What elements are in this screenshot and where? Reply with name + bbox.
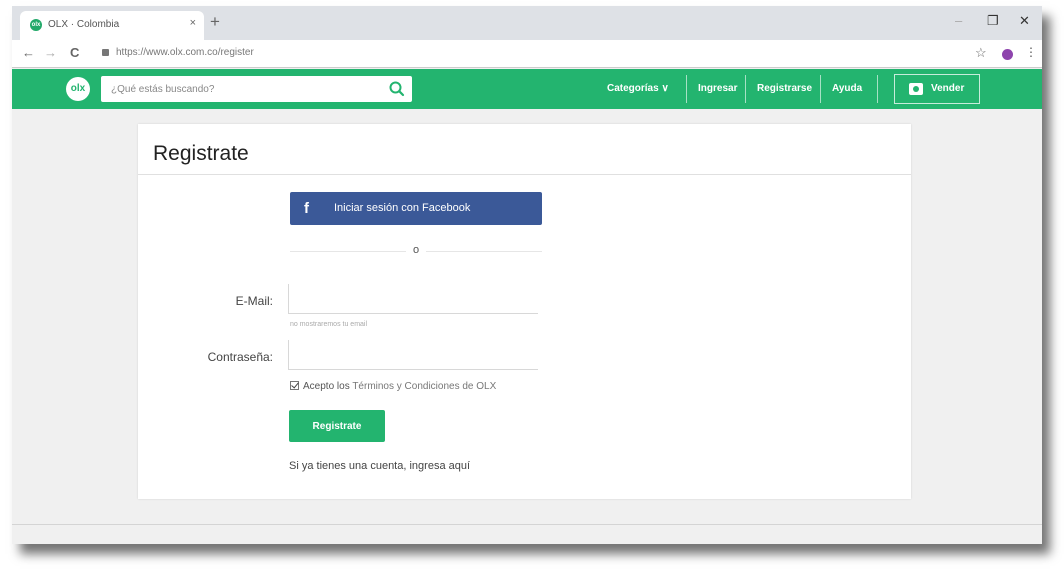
reload-icon[interactable]: C [70,45,79,60]
title-divider [138,174,911,175]
browser-window: olx OLX · Colombia × + – ❐ ✕ ← → C https… [12,6,1042,544]
password-field[interactable] [288,340,538,370]
email-label: E-Mail: [235,294,273,308]
footer-divider [12,524,1042,525]
camera-icon [909,83,923,95]
page-title: Registrate [153,142,249,165]
vender-label: Vender [931,83,965,94]
minimize-icon[interactable]: – [955,13,962,28]
address-bar-row: ← → C https://www.olx.com.co/register ☆ … [12,40,1042,68]
nav-categorias[interactable]: Categorías ∨ [607,83,669,94]
password-label: Contraseña: [207,350,273,364]
browser-menu-icon[interactable]: ⋮ [1025,45,1037,59]
nav-divider [745,75,746,103]
olx-favicon-icon: olx [30,19,42,31]
terms-link[interactable]: Términos y Condiciones de OLX [352,381,496,392]
email-hint: no mostraremos tu email [290,321,368,328]
login-link[interactable]: ingresa aquí [409,460,470,472]
forward-icon[interactable]: → [44,45,57,60]
nav-ingresar[interactable]: Ingresar [698,83,737,94]
search-icon[interactable] [388,80,406,98]
close-window-icon[interactable]: ✕ [1019,13,1030,29]
olx-logo[interactable]: olx [66,77,90,101]
profile-avatar-icon[interactable] [1002,49,1013,60]
back-icon[interactable]: ← [22,45,35,60]
nav-divider [686,75,687,103]
nav-ayuda[interactable]: Ayuda [832,83,862,94]
email-field[interactable] [288,284,538,314]
nav-registrarse[interactable]: Registrarse [757,83,812,94]
facebook-login-label: Iniciar sesión con Facebook [334,202,471,214]
new-tab-icon[interactable]: + [210,12,220,32]
terms-prefix: Acepto los [303,381,350,392]
or-text: o [406,244,426,256]
login-prefix: Si ya tienes una cuenta, [289,460,407,472]
register-button[interactable]: Registrate [289,410,385,442]
site-header: olx Categorías ∨ Ingresar Registrarse Ay… [12,69,1042,109]
terms-checkbox[interactable] [290,381,299,390]
vender-button[interactable]: Vender [894,74,980,104]
tab-close-icon[interactable]: × [190,17,196,29]
terms-row: Acepto los Términos y Condiciones de OLX [290,381,496,392]
search-input[interactable] [101,76,381,102]
url-field[interactable]: https://www.olx.com.co/register [116,47,254,58]
nav-divider [820,75,821,103]
restore-icon[interactable]: ❐ [987,13,999,29]
facebook-icon: f [304,200,309,217]
tab-title: OLX · Colombia [48,19,120,30]
login-prompt: Si ya tienes una cuenta, ingresa aquí [289,460,470,472]
tab-strip: olx OLX · Colombia × + – ❐ ✕ [12,6,1042,40]
lock-icon [102,49,109,56]
bookmark-star-icon[interactable]: ☆ [975,45,987,61]
search-box [101,76,412,102]
nav-divider [877,75,878,103]
facebook-login-button[interactable]: f Iniciar sesión con Facebook [290,192,542,225]
browser-tab[interactable]: olx OLX · Colombia × [20,11,204,40]
register-card: Registrate f Iniciar sesión con Facebook… [138,124,911,499]
